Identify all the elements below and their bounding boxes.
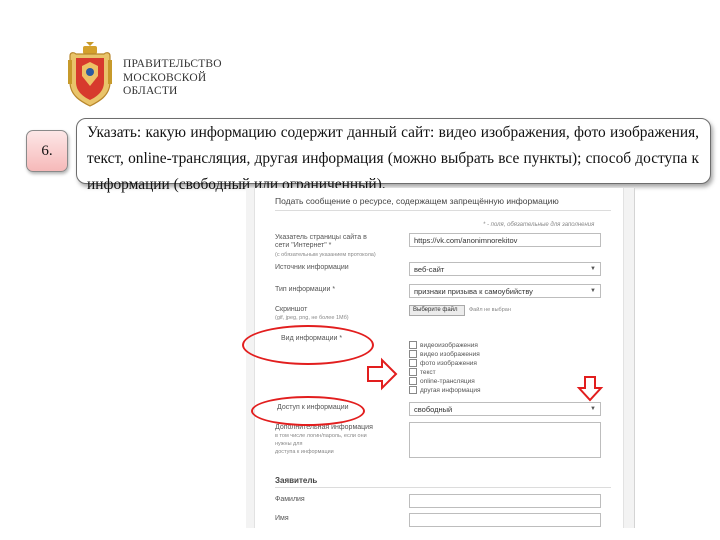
org-line-1: ПРАВИТЕЛЬСТВО [123, 58, 222, 70]
extra-sublabel-2: нужны для [275, 441, 303, 447]
section-divider [275, 487, 611, 488]
lastname-label: Фамилия [275, 496, 305, 503]
highlight-ellipse-access [251, 396, 365, 426]
access-value: свободный [414, 405, 453, 414]
org-line-2: МОСКОВСКОЙ [123, 71, 207, 84]
checkbox[interactable] [409, 377, 417, 385]
no-file-text: Файл не выбран [469, 307, 511, 313]
kind-option-1[interactable]: видеоизображения [409, 341, 478, 349]
required-note: * - поля, обязательные для заполнения [483, 222, 595, 228]
kind-option-label: online-трансляция [420, 377, 475, 385]
url-value: https://vk.com/anonimnorekitov [414, 236, 518, 245]
checkbox[interactable] [409, 350, 417, 358]
url-input[interactable]: https://vk.com/anonimnorekitov [409, 233, 601, 247]
caret-down-icon: ▼ [590, 266, 596, 272]
source-value: веб-сайт [414, 265, 445, 274]
kind-option-2[interactable]: видео изображения [409, 350, 480, 358]
caret-down-icon: ▼ [590, 288, 596, 294]
org-line-3: ОБЛАСТИ [123, 85, 178, 97]
screenshot-label: Скриншот [275, 306, 308, 313]
screenshot-sublabel: (gif, jpeg, png, не более 1Мб) [275, 315, 349, 321]
lastname-input[interactable] [409, 494, 601, 508]
kind-option-5[interactable]: online-трансляция [409, 377, 475, 385]
extra-sublabel-3: доступа к информации [275, 449, 334, 455]
kind-option-3[interactable]: фото изображения [409, 359, 477, 367]
extra-sublabel-1: в том числе логин/пароль, если они [275, 433, 367, 439]
step-number: 6. [41, 142, 53, 159]
url-label: Указатель страницы сайта в сети "Интерне… [275, 234, 367, 249]
source-label: Источник информации [275, 264, 349, 271]
instruction-text: Указать: какую информацию содержит данны… [87, 124, 699, 193]
kind-option-label: фото изображения [420, 359, 477, 367]
checkbox[interactable] [409, 368, 417, 376]
access-select[interactable]: свободный ▼ [409, 402, 601, 416]
choose-file-button[interactable]: Выберите файл [409, 305, 465, 316]
title-divider [275, 210, 611, 211]
coat-of-arms-icon [68, 42, 112, 107]
applicant-heading: Заявитель [275, 476, 318, 485]
government-name: ПРАВИТЕЛЬСТВО МОСКОВСКОЙ ОБЛАСТИ [123, 58, 222, 99]
type-select[interactable]: признаки призыва к самоубийству ▼ [409, 284, 601, 298]
kind-option-4[interactable]: текст [409, 368, 436, 376]
caret-down-icon: ▼ [590, 406, 596, 412]
kind-option-label: текст [420, 368, 436, 376]
checkbox[interactable] [409, 341, 417, 349]
kind-option-label: видео изображения [420, 350, 480, 358]
firstname-input[interactable] [409, 513, 601, 527]
kind-option-label: видеоизображения [420, 341, 478, 349]
checkbox[interactable] [409, 386, 417, 394]
extra-textarea[interactable] [409, 422, 601, 458]
kind-option-label: другая информация [420, 386, 481, 394]
source-select[interactable]: веб-сайт ▼ [409, 262, 601, 276]
form-title: Подать сообщение о ресурсе, содержащем з… [275, 196, 559, 206]
type-label: Тип информации * [275, 286, 336, 293]
kind-option-6[interactable]: другая информация [409, 386, 481, 394]
type-value: признаки призыва к самоубийству [414, 287, 533, 296]
step-badge: 6. [26, 130, 68, 172]
instruction-box: Указать: какую информацию содержит данны… [76, 118, 711, 193]
highlight-ellipse-kind [242, 325, 374, 365]
firstname-label: Имя [275, 515, 289, 522]
checkbox[interactable] [409, 359, 417, 367]
url-sublabel: (с обязательным указанием протокола) [275, 252, 376, 258]
